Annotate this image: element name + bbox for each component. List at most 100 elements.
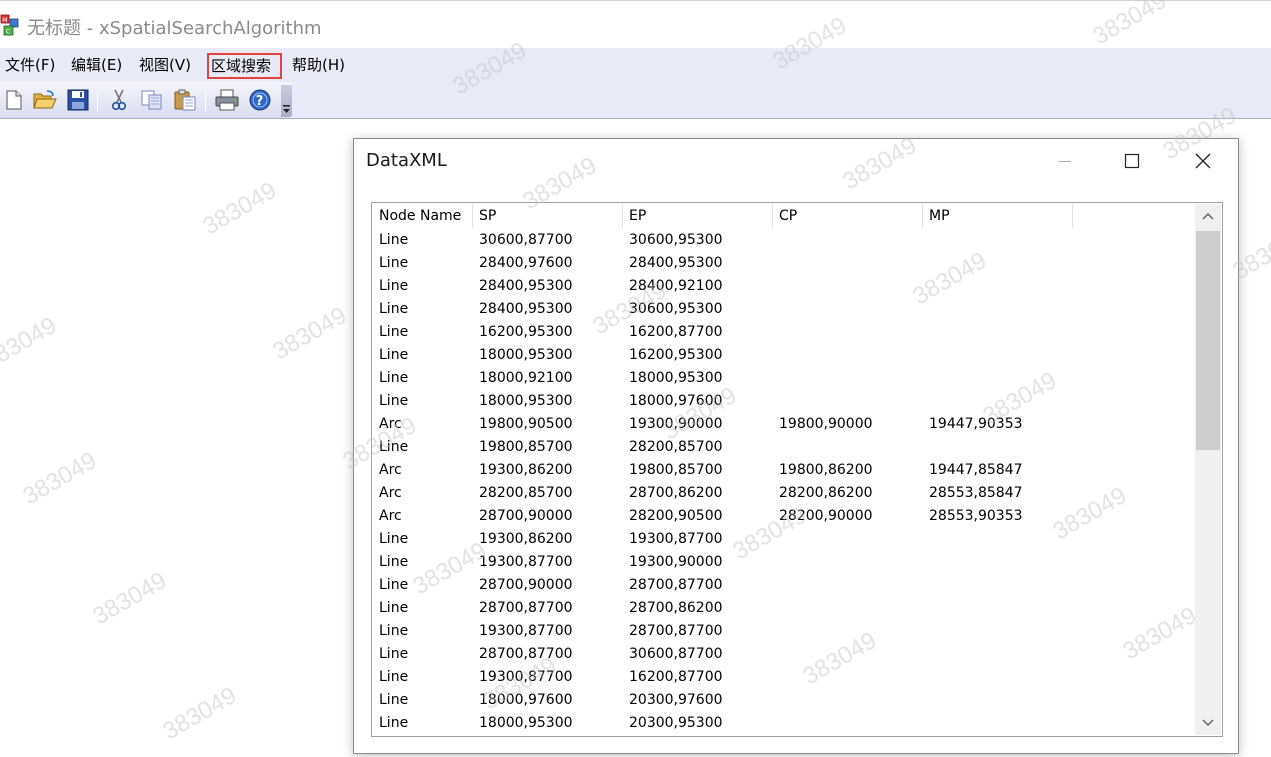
table-cell — [773, 321, 923, 344]
table-cell: 18000,95300 — [479, 347, 573, 363]
column-header-sp[interactable]: SP — [473, 204, 623, 228]
copy-icon[interactable] — [139, 87, 165, 113]
table-cell — [923, 643, 1073, 666]
table-row[interactable]: Line 19300,87700 16200,87700 — [373, 666, 1195, 689]
table-row[interactable]: Arc 28700,90000 28200,90500 28200,90000 2855… — [373, 505, 1195, 528]
table-row[interactable]: Line 28400,97600 28400,95300 — [373, 252, 1195, 275]
table-row[interactable]: Line 19800,85700 28200,85700 — [373, 436, 1195, 459]
table-cell: Line — [379, 347, 409, 363]
column-header-ep[interactable]: EP — [623, 204, 773, 228]
save-icon[interactable] — [65, 87, 91, 113]
table-cell — [923, 666, 1073, 689]
menu-region-search[interactable]: 区域搜索 — [207, 53, 282, 79]
table-cell — [773, 298, 923, 321]
table-cell: Arc — [379, 485, 402, 501]
menu-file[interactable]: 文件(F) — [3, 53, 57, 79]
table-row[interactable]: Line 18000,97600 20300,97600 — [373, 689, 1195, 712]
table-cell: 20300,95300 — [629, 715, 723, 731]
table-row[interactable]: Line 18000,95300 16200,95300 — [373, 344, 1195, 367]
table-cell: Line — [379, 600, 409, 616]
table-cell — [923, 367, 1073, 390]
scroll-track[interactable] — [1195, 228, 1221, 711]
table-cell: Line — [379, 554, 409, 570]
table-row[interactable]: Line 18000,95300 18000,97600 — [373, 390, 1195, 413]
window-title: 无标题 - xSpatialSearchAlgorithm — [27, 18, 322, 39]
table-cell: Line — [379, 301, 409, 317]
table-cell: Line — [379, 669, 409, 685]
main-titlebar: M C 无标题 - xSpatialSearchAlgorithm — [0, 0, 1271, 48]
table-row[interactable]: Arc 19300,86200 19800,85700 19800,86200 1944… — [373, 459, 1195, 482]
chevron-up-icon — [1202, 212, 1214, 220]
table-cell — [923, 298, 1073, 321]
table-row[interactable]: Line 18000,95300 20300,95300 — [373, 712, 1195, 735]
table-row[interactable]: Line 30600,87700 30600,95300 — [373, 229, 1195, 252]
table-cell: Line — [379, 232, 409, 248]
table-row[interactable]: Line 28400,95300 30600,95300 — [373, 298, 1195, 321]
table-row[interactable]: Line 19300,86200 19300,87700 — [373, 528, 1195, 551]
table-row[interactable]: Arc 28200,85700 28700,86200 28200,86200 2855… — [373, 482, 1195, 505]
table-cell: 28700,87700 — [629, 623, 723, 639]
table-cell — [923, 620, 1073, 643]
scroll-up-button[interactable] — [1195, 204, 1221, 228]
table-cell: 28553,85847 — [929, 485, 1023, 501]
help-icon[interactable]: ? — [247, 87, 273, 113]
table-cell — [773, 712, 923, 735]
table-cell: 28200,86200 — [779, 485, 873, 501]
table-cell — [773, 689, 923, 712]
table-cell: 30600,95300 — [629, 232, 723, 248]
column-header-mp[interactable]: MP — [923, 204, 1073, 228]
table-cell: 30600,87700 — [629, 646, 723, 662]
table-row[interactable]: Line 28400,95300 28400,92100 — [373, 275, 1195, 298]
table-cell: 19447,85847 — [929, 462, 1023, 478]
paste-icon[interactable] — [172, 87, 198, 113]
table-cell: Line — [379, 255, 409, 271]
table-row[interactable]: Line 28700,90000 28700,87700 — [373, 574, 1195, 597]
table-cell: Line — [379, 278, 409, 294]
table-cell: 28700,87700 — [479, 646, 573, 662]
table-cell: 19300,86200 — [479, 462, 573, 478]
table-cell: Line — [379, 646, 409, 662]
table-cell: 28400,95300 — [479, 301, 573, 317]
cut-icon[interactable] — [106, 87, 132, 113]
minimize-button[interactable] — [1042, 143, 1088, 179]
scroll-down-button[interactable] — [1195, 711, 1221, 735]
table-cell — [773, 252, 923, 275]
table-row[interactable]: Line 28700,87700 28700,86200 — [373, 597, 1195, 620]
table-row[interactable]: Arc 19800,90500 19300,90000 19800,90000 1944… — [373, 413, 1195, 436]
table-row[interactable]: Line 16200,95300 16200,87700 — [373, 321, 1195, 344]
scroll-thumb[interactable] — [1196, 231, 1220, 450]
table-cell: 18000,95300 — [479, 715, 573, 731]
maximize-button[interactable] — [1109, 143, 1155, 179]
table-cell: 28200,85700 — [479, 485, 573, 501]
table-cell: Arc — [379, 416, 402, 432]
table-cell — [773, 574, 923, 597]
table-cell: 19800,85700 — [479, 439, 573, 455]
table-cell: 20300,97600 — [629, 692, 723, 708]
column-header-cp[interactable]: CP — [773, 204, 923, 228]
data-listview[interactable]: Node Name SP EP CP MP Line 30600,87700 306… — [371, 202, 1223, 737]
table-cell — [773, 666, 923, 689]
menu-help[interactable]: 帮助(H) — [290, 53, 347, 79]
print-icon[interactable] — [214, 87, 240, 113]
new-icon[interactable] — [1, 87, 27, 113]
table-cell: 18000,95300 — [629, 370, 723, 386]
menu-view[interactable]: 视图(V) — [137, 53, 193, 79]
column-header-node-name[interactable]: Node Name — [373, 204, 473, 228]
table-cell — [773, 597, 923, 620]
table-row[interactable]: Line 18000,92100 18000,95300 — [373, 367, 1195, 390]
menu-edit[interactable]: 编辑(E) — [69, 53, 124, 79]
toolbar-overflow-button[interactable] — [281, 85, 292, 117]
table-cell: 28553,90353 — [929, 508, 1023, 524]
dialog-titlebar[interactable]: DataXML — [354, 139, 1238, 183]
table-row[interactable]: Line 28700,87700 30600,87700 — [373, 643, 1195, 666]
table-cell: Arc — [379, 508, 402, 524]
vertical-scrollbar[interactable] — [1195, 204, 1221, 735]
minimize-icon — [1059, 161, 1071, 162]
open-icon[interactable] — [32, 87, 58, 113]
table-row[interactable]: Line 19300,87700 28700,87700 — [373, 620, 1195, 643]
table-cell: 30600,95300 — [629, 301, 723, 317]
table-cell: 19300,90000 — [629, 554, 723, 570]
table-cell — [773, 390, 923, 413]
table-row[interactable]: Line 19300,87700 19300,90000 — [373, 551, 1195, 574]
close-button[interactable] — [1180, 143, 1226, 179]
